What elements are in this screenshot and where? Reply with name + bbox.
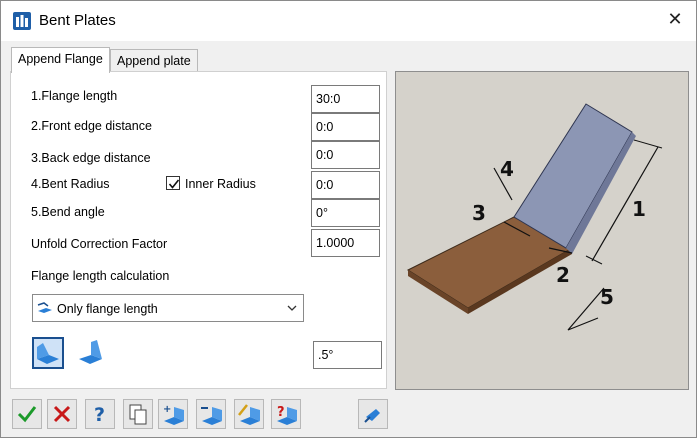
edit-flange-button[interactable] — [234, 399, 264, 429]
bend-angle-field[interactable]: 0° — [311, 199, 380, 227]
app-logo-icon — [13, 12, 31, 30]
tab-append-plate[interactable]: Append plate — [110, 49, 198, 72]
ok-check-icon — [17, 406, 37, 423]
help-button[interactable]: ? — [85, 399, 115, 429]
inner-radius-label: Inner Radius — [185, 177, 256, 191]
flange-outside-icon — [37, 343, 59, 364]
calc-label: Flange length calculation — [31, 269, 170, 283]
mode-flange-outside-button[interactable] — [32, 337, 64, 369]
unfold-factor-field[interactable]: 1.0000 — [311, 229, 380, 257]
inner-radius-checkbox[interactable] — [166, 176, 180, 190]
cancel-button[interactable] — [47, 399, 77, 429]
calc-select[interactable]: Only flange length — [32, 294, 304, 322]
front-edge-label: 2.Front edge distance — [31, 119, 152, 133]
edit-flange-icon — [238, 404, 260, 425]
checkmark-icon — [168, 179, 180, 189]
flange-length-label: 1.Flange length — [31, 89, 118, 103]
close-icon[interactable]: ✕ — [665, 10, 685, 30]
flange-length-field[interactable]: 30:0 — [311, 85, 380, 113]
flange-inside-icon — [79, 340, 102, 364]
pick-icon — [364, 409, 380, 423]
svg-text:+: + — [163, 404, 171, 415]
window-title: Bent Plates — [39, 12, 116, 29]
dim-label-5: 5 — [600, 285, 614, 309]
flange-length-icon — [37, 302, 52, 313]
mode-flange-inside-button[interactable] — [75, 337, 107, 369]
remove-flange-button[interactable] — [196, 399, 226, 429]
dim-label-4: 4 — [500, 157, 514, 181]
bent-radius-label: 4.Bent Radius — [31, 177, 110, 191]
calc-select-value: Only flange length — [57, 302, 158, 316]
bend-preview: 1 2 3 4 5 — [395, 71, 689, 390]
dim-label-3: 3 — [472, 201, 486, 225]
tab-append-flange[interactable]: Append Flange — [11, 47, 110, 73]
flange-info-icon: ? — [277, 405, 297, 425]
copy-button[interactable] — [123, 399, 153, 429]
bent-plates-dialog: Bent Plates ✕ Append Flange Append plate… — [0, 0, 697, 438]
front-edge-field[interactable]: 0:0 — [311, 113, 380, 141]
back-edge-field[interactable]: 0:0 — [311, 141, 380, 169]
remove-flange-icon — [201, 407, 222, 425]
svg-text:?: ? — [277, 405, 285, 420]
title-bar: Bent Plates ✕ — [1, 1, 696, 41]
add-flange-button[interactable]: + — [158, 399, 188, 429]
ok-button[interactable] — [12, 399, 42, 429]
bent-radius-field[interactable]: 0:0 — [311, 171, 380, 199]
cancel-x-icon — [53, 405, 71, 423]
chevron-down-icon — [287, 305, 297, 311]
copy-page-icon — [129, 404, 147, 425]
step-value-field[interactable]: .5° — [313, 341, 382, 369]
dim-label-2: 2 — [556, 263, 570, 287]
pick-button[interactable] — [358, 399, 388, 429]
bend-angle-label: 5.Bend angle — [31, 205, 105, 219]
back-edge-label: 3.Back edge distance — [31, 151, 151, 165]
dim-label-1: 1 — [632, 197, 646, 221]
add-flange-icon: + — [163, 404, 184, 425]
unfold-factor-label: Unfold Correction Factor — [31, 237, 168, 251]
help-icon: ? — [94, 404, 105, 425]
svg-text:?: ? — [94, 404, 105, 425]
flange-info-button[interactable]: ? — [271, 399, 301, 429]
